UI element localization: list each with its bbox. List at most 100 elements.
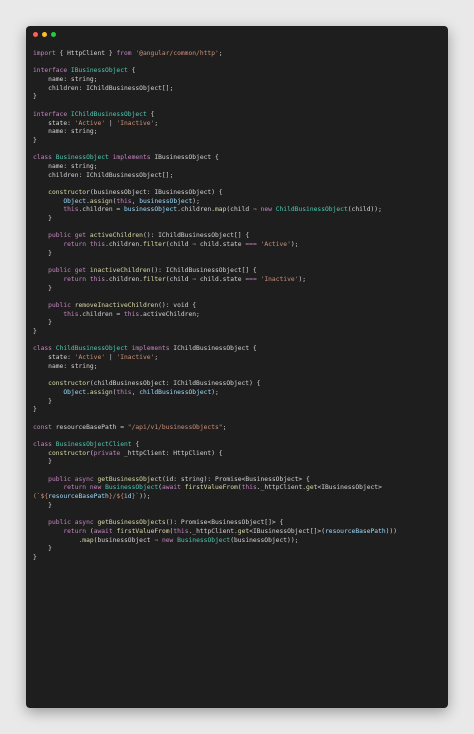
code-token: } — [33, 249, 52, 257]
code-token: <IBusinessObject> — [317, 484, 382, 492]
code-line: } — [33, 502, 444, 511]
code-line: Object.assign(this, businessObject); — [33, 198, 444, 207]
code-line: interface IChildBusinessObject { — [33, 111, 444, 120]
code-line: .map(businessObject ⇒ new BusinessObject… — [33, 537, 444, 546]
code-token: } — [33, 328, 37, 335]
code-token: private — [93, 449, 121, 457]
code-token: await — [93, 527, 113, 535]
code-token: (child — [226, 206, 253, 214]
code-token: async — [74, 475, 94, 483]
code-token: } — [33, 406, 37, 414]
code-line: class BusinessObjectClient { — [33, 441, 444, 450]
code-token: child.state — [196, 275, 246, 283]
code-token: ChildBusinessObject — [55, 345, 128, 353]
code-token: get — [74, 267, 87, 275]
code-token: ._httpClient. — [188, 527, 238, 535]
code-line: this.children = this.activeChildren; — [33, 311, 444, 320]
code-token: await — [161, 484, 181, 492]
code-token: ChildBusinessObject — [275, 206, 348, 214]
code-line: name: string; — [33, 128, 444, 137]
code-token: } — [33, 215, 52, 223]
code-token: (): Promise<BusinessObject[]> { — [165, 519, 284, 527]
code-line: class BusinessObject implements IBusines… — [33, 154, 444, 163]
code-token: ( — [86, 527, 94, 535]
code-token: name: string; — [33, 362, 98, 370]
code-token: filter — [142, 241, 166, 249]
code-token: Object — [63, 197, 87, 205]
code-token: '@angular/common/http' — [135, 50, 219, 57]
code-token: (child)); — [347, 206, 382, 214]
code-token: return — [63, 527, 87, 535]
code-token: get — [74, 232, 87, 240]
code-line: return this.children.filter(child ⇒ chil… — [33, 241, 444, 250]
code-token: businessObject — [139, 197, 193, 205]
window-controls — [33, 32, 56, 37]
code-line: children: IChildBusinessObject[]; — [33, 85, 444, 94]
code-token: BusinessObject — [55, 154, 109, 162]
code-line: name: string; — [33, 163, 444, 172]
code-token: implements — [131, 345, 170, 353]
code-token: public — [48, 301, 71, 309]
code-token: IChildBusinessObject { — [169, 345, 257, 353]
code-token: getBusinessObject — [97, 475, 162, 483]
code-line: const resourceBasePath = "/api/v1/busine… — [33, 424, 444, 433]
code-token: IBusinessObject { — [150, 154, 219, 162]
code-line: } — [33, 250, 444, 259]
code-line: } — [33, 137, 444, 146]
code-token: interface — [33, 67, 68, 75]
code-token: 'Inactive' — [260, 275, 299, 283]
code-token: .children. — [105, 241, 143, 249]
close-dot-icon[interactable] — [33, 32, 38, 37]
code-token: assign — [89, 388, 113, 396]
code-token: .activeChildren; — [139, 310, 200, 318]
code-token: constructor — [48, 449, 90, 457]
code-token: activeChildren — [89, 232, 143, 240]
code-line: import { HttpClient } from '@angular/com… — [33, 50, 444, 59]
code-line: public async getBusinessObject(id: strin… — [33, 476, 444, 485]
code-token: import — [33, 50, 56, 57]
code-token: | — [105, 119, 117, 127]
code-token: constructor — [48, 189, 90, 196]
code-token: } — [33, 284, 52, 292]
code-line: constructor(businessObject: IBusinessObj… — [33, 189, 444, 198]
code-token: this — [173, 527, 189, 535]
code-line: } — [33, 458, 444, 467]
code-token: (): IChildBusinessObject[] { — [142, 232, 250, 240]
maximize-dot-icon[interactable] — [51, 32, 56, 37]
minimize-dot-icon[interactable] — [42, 32, 47, 37]
code-token: class — [33, 440, 52, 448]
code-line: public get activeChildren(): IChildBusin… — [33, 232, 444, 241]
code-token: get — [237, 527, 250, 535]
code-token: interface — [33, 110, 68, 118]
code-token: 'Inactive' — [116, 354, 155, 362]
code-token: id — [124, 493, 132, 501]
code-token: filter — [142, 275, 166, 283]
code-token: get — [306, 484, 318, 492]
code-token: (businessObject)); — [230, 536, 299, 544]
code-token: (child — [165, 241, 193, 249]
code-token: firstValueFrom — [184, 484, 238, 492]
code-line: interface IBusinessObject { — [33, 67, 444, 76]
code-token: 'Active' — [74, 119, 106, 127]
code-token: (child — [165, 275, 193, 283]
code-token: businessObject — [124, 206, 178, 214]
code-line: this.children = businessObject.children.… — [33, 206, 444, 215]
code-token: new — [89, 484, 102, 492]
code-token: this — [116, 388, 132, 396]
code-token: } — [33, 319, 52, 327]
code-line: } — [33, 554, 444, 563]
code-line: } — [33, 93, 444, 102]
code-token: IChildBusinessObject — [70, 110, 147, 118]
code-token: ))) — [385, 527, 398, 535]
code-line: } — [33, 319, 444, 328]
code-token: firstValueFrom — [116, 527, 170, 535]
code-token: state: — [33, 354, 75, 362]
